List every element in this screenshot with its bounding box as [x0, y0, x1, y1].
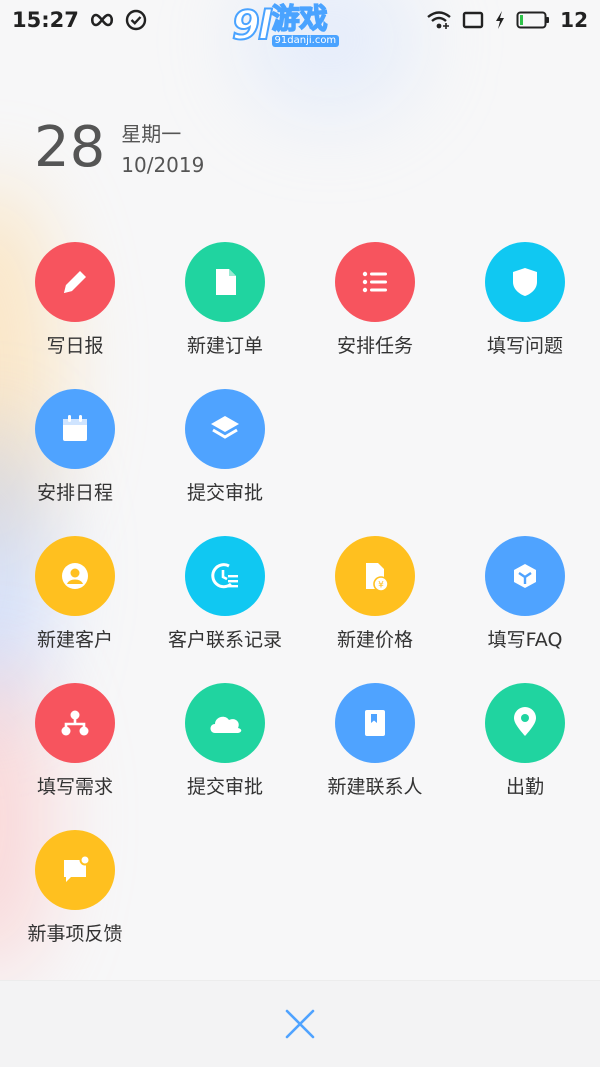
action-schedule[interactable]: 安排日程	[0, 389, 150, 505]
action-customer-contact-log[interactable]: 客户联系记录	[150, 536, 300, 652]
cube-icon	[514, 564, 536, 588]
action-write-daily-report[interactable]: 写日报	[0, 242, 150, 358]
action-circle	[485, 536, 565, 616]
action-circle	[185, 389, 265, 469]
action-circle	[35, 389, 115, 469]
action-circle	[35, 683, 115, 763]
action-circle	[335, 683, 415, 763]
list-icon	[362, 271, 387, 293]
action-submit-approval[interactable]: 提交审批	[150, 389, 300, 505]
watermark-logo: 9l 游戏 91danji.com	[231, 0, 372, 52]
svg-text:¥: ¥	[378, 581, 384, 591]
action-circle	[185, 242, 265, 322]
shield-icon	[513, 268, 537, 296]
action-label: 提交审批	[186, 482, 263, 504]
bottom-bar	[0, 980, 600, 1067]
action-label: 安排任务	[336, 335, 413, 357]
screen-icon	[462, 10, 484, 30]
watermark-text: 游戏	[271, 2, 329, 35]
message-icon	[64, 854, 91, 882]
status-time: 15:27	[12, 8, 79, 32]
infinity-icon	[89, 12, 115, 28]
status-bar: 15:27 9l 游戏 91danji.com 12	[0, 0, 600, 47]
action-submit-approval-cloud[interactable]: 提交审批	[150, 683, 300, 799]
close-icon	[285, 1009, 315, 1039]
action-report-issue[interactable]: 填写问题	[450, 242, 600, 358]
action-label: 写日报	[46, 335, 104, 357]
action-label: 提交审批	[186, 776, 263, 798]
action-label: 新建联系人	[327, 776, 423, 798]
wifi-icon	[426, 10, 452, 30]
location-pin-icon	[514, 707, 536, 736]
calendar-icon	[63, 415, 87, 441]
price-doc-icon: ¥	[366, 563, 389, 592]
date-weekday: 星期一	[121, 122, 182, 146]
battery-icon	[516, 10, 550, 30]
action-new-contact[interactable]: 新建联系人	[300, 683, 450, 799]
action-grid: 写日报 新建订单 安排任务 填写问题 安排日程 提交审批 新建客户 客户联系记录…	[0, 242, 600, 946]
action-assign-task[interactable]: 安排任务	[300, 242, 450, 358]
cloud-icon	[210, 716, 242, 733]
action-circle	[35, 830, 115, 910]
action-new-customer[interactable]: 新建客户	[0, 536, 150, 652]
action-label: 新事项反馈	[27, 923, 123, 945]
action-circle	[35, 536, 115, 616]
action-fill-requirement[interactable]: 填写需求	[0, 683, 150, 799]
document-icon	[216, 269, 236, 295]
date-day: 28	[34, 114, 106, 180]
action-circle: ¥	[335, 536, 415, 616]
action-label: 填写问题	[486, 335, 563, 357]
action-label: 新建订单	[186, 335, 263, 357]
action-new-price[interactable]: ¥ 新建价格	[300, 536, 450, 652]
action-circle	[35, 242, 115, 322]
action-circle	[185, 683, 265, 763]
action-circle	[185, 536, 265, 616]
action-new-order[interactable]: 新建订单	[150, 242, 300, 358]
org-chart-icon	[61, 710, 89, 736]
action-fill-faq[interactable]: 填写FAQ	[450, 536, 600, 652]
action-label: 安排日程	[36, 482, 113, 504]
watermark-url: 91danji.com	[271, 35, 340, 47]
action-placeholder	[450, 389, 600, 505]
clock-list-icon	[211, 563, 238, 589]
date-month-year: 10/2019	[121, 153, 205, 177]
action-attendance[interactable]: 出勤	[450, 683, 600, 799]
action-label: 填写需求	[36, 776, 113, 798]
action-label: 新建客户	[36, 629, 113, 651]
action-label: 新建价格	[336, 629, 413, 651]
contact-book-icon	[365, 710, 385, 736]
action-circle	[335, 242, 415, 322]
action-label: 客户联系记录	[167, 629, 282, 651]
pencil-icon	[64, 271, 86, 293]
watermark-number: 9l	[231, 3, 272, 49]
action-label: 填写FAQ	[487, 629, 563, 651]
action-circle	[485, 683, 565, 763]
user-icon	[62, 563, 88, 589]
action-new-item-feedback[interactable]: 新事项反馈	[0, 830, 150, 946]
check-circle-icon	[125, 9, 147, 31]
battery-percent: 12	[560, 8, 588, 32]
action-placeholder	[300, 389, 450, 505]
layers-icon	[211, 416, 239, 439]
close-button[interactable]	[275, 999, 325, 1049]
action-circle	[485, 242, 565, 322]
action-label: 出勤	[505, 776, 544, 798]
charging-icon	[494, 10, 506, 30]
date-header: 28 星期一 10/2019	[34, 118, 204, 177]
